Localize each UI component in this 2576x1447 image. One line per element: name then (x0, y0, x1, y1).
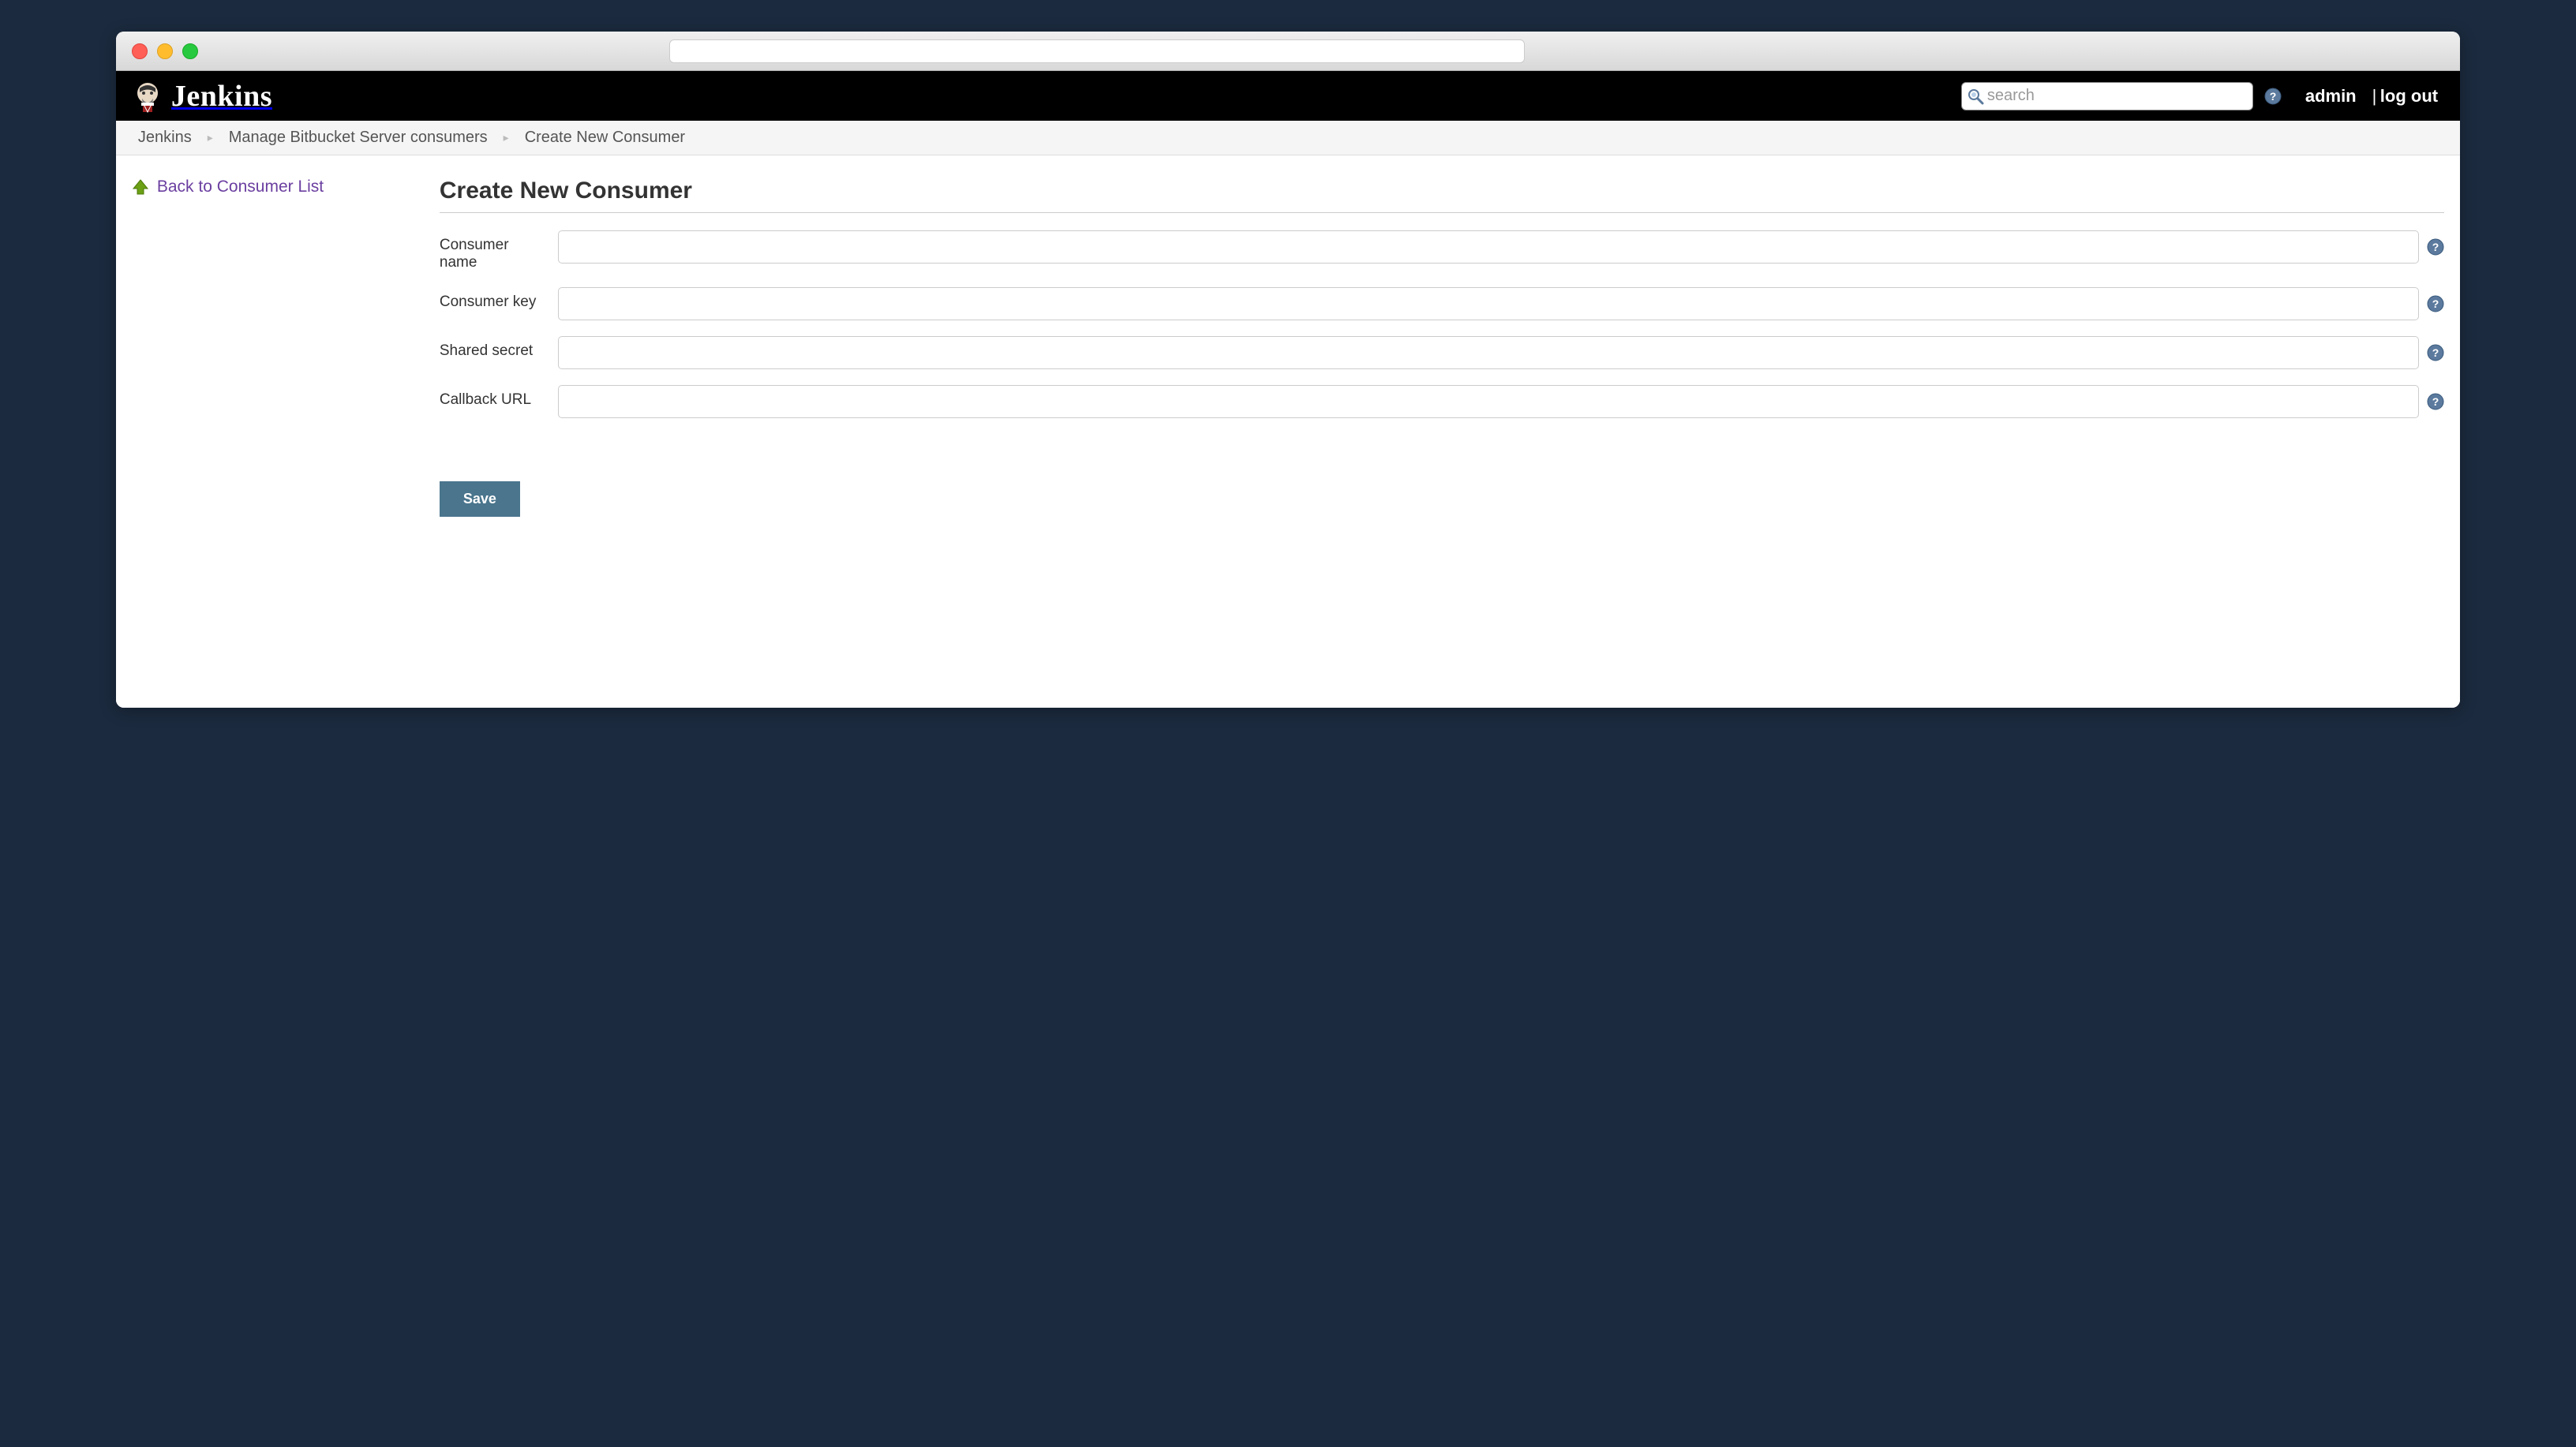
jenkins-header: Jenkins ? admin | log out (116, 71, 2460, 121)
sidebar: Back to Consumer List (116, 155, 424, 708)
header-links: admin | log out (2305, 86, 2438, 107)
header-separator: | log out (2372, 86, 2438, 107)
window-maximize-icon[interactable] (182, 43, 198, 59)
window-close-icon[interactable] (132, 43, 148, 59)
user-link[interactable]: admin (2305, 86, 2357, 107)
back-to-consumer-list-link[interactable]: Back to Consumer List (132, 178, 408, 196)
form-row-callback-url: Callback URL ? (440, 385, 2444, 418)
main-area: Back to Consumer List Create New Consume… (116, 155, 2460, 708)
form-row-consumer-key: Consumer key ? (440, 287, 2444, 320)
jenkins-logo[interactable]: Jenkins (130, 79, 272, 114)
search-box[interactable] (1961, 82, 2253, 110)
help-icon[interactable]: ? (2427, 344, 2444, 361)
window-minimize-icon[interactable] (157, 43, 173, 59)
consumer-name-label: Consumer name (440, 230, 550, 271)
callback-url-label: Callback URL (440, 385, 550, 409)
search-icon (1967, 88, 1984, 105)
chevron-right-icon: ▸ (208, 131, 213, 144)
search-input[interactable] (1987, 87, 2248, 105)
jenkins-logo-text: Jenkins (171, 79, 272, 114)
help-icon[interactable]: ? (2427, 393, 2444, 410)
help-icon[interactable]: ? (2427, 295, 2444, 312)
consumer-key-input[interactable] (558, 287, 2419, 320)
svg-text:?: ? (2432, 346, 2439, 359)
traffic-lights (132, 43, 198, 59)
form-row-consumer-name: Consumer name ? (440, 230, 2444, 271)
back-link-label: Back to Consumer List (157, 178, 324, 196)
svg-text:?: ? (2432, 395, 2439, 408)
consumer-key-label: Consumer key (440, 287, 550, 311)
help-icon[interactable]: ? (2427, 238, 2444, 256)
logout-link[interactable]: log out (2380, 86, 2438, 106)
url-bar[interactable] (669, 39, 1525, 63)
breadcrumb: Jenkins ▸ Manage Bitbucket Server consum… (116, 121, 2460, 155)
breadcrumb-item-manage[interactable]: Manage Bitbucket Server consumers (229, 129, 488, 147)
svg-text:?: ? (2270, 90, 2277, 103)
form-row-shared-secret: Shared secret ? (440, 336, 2444, 369)
arrow-up-icon (132, 178, 149, 196)
shared-secret-input[interactable] (558, 336, 2419, 369)
svg-text:?: ? (2432, 241, 2439, 253)
content: Create New Consumer Consumer name ? Cons… (424, 155, 2460, 708)
consumer-name-input[interactable] (558, 230, 2419, 264)
save-row: Save (440, 481, 2444, 517)
browser-window: Jenkins ? admin | log out Jenkins (116, 32, 2460, 708)
help-icon[interactable]: ? (2264, 88, 2282, 105)
save-button[interactable]: Save (440, 481, 520, 517)
chevron-right-icon: ▸ (504, 131, 509, 144)
browser-chrome (116, 32, 2460, 71)
breadcrumb-item-jenkins[interactable]: Jenkins (138, 129, 192, 147)
svg-text:?: ? (2432, 297, 2439, 310)
callback-url-input[interactable] (558, 385, 2419, 418)
jenkins-logo-icon (130, 79, 165, 114)
shared-secret-label: Shared secret (440, 336, 550, 360)
breadcrumb-item-create[interactable]: Create New Consumer (525, 129, 685, 147)
page-title: Create New Consumer (440, 178, 2444, 213)
